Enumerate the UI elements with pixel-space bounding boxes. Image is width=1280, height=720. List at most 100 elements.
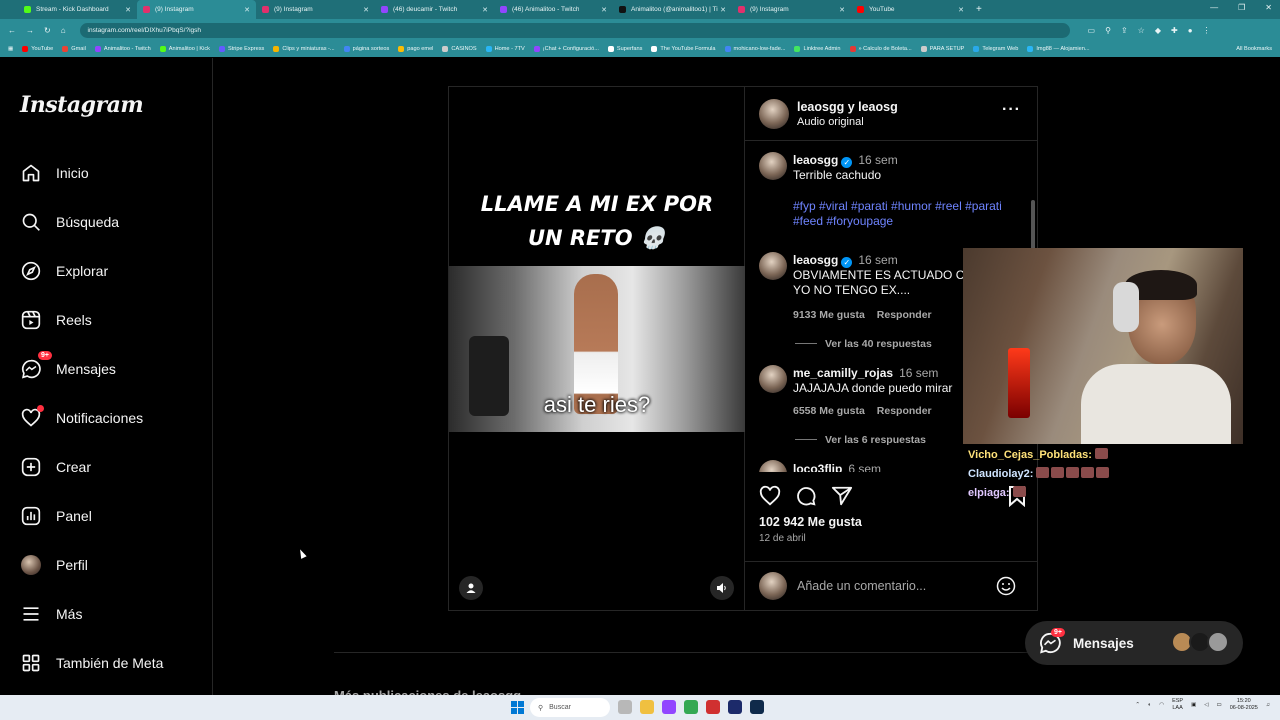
browser-tab[interactable]: (46) deucamir - Twitch ✕	[375, 0, 494, 19]
taskbar-search[interactable]: ⚲ Buscar	[530, 698, 610, 717]
kebab-menu-icon[interactable]: ⋮	[1203, 26, 1211, 35]
windows-start-icon[interactable]	[511, 701, 524, 714]
all-bookmarks-button[interactable]: All Bookmarks	[1236, 46, 1272, 52]
apps-grid-icon[interactable]: ▦	[8, 46, 13, 52]
new-tab-icon[interactable]: +	[976, 4, 982, 15]
sidebar-item-inicio[interactable]: Inicio	[20, 159, 89, 187]
sidebar-item-crear[interactable]: Crear	[20, 453, 91, 481]
browser-tab[interactable]: (9) Instagram ✕	[137, 0, 256, 19]
like-count[interactable]: 102 942 Me gusta	[759, 515, 862, 529]
reel-video[interactable]: LLAME A MI EX POR UN RETO 💀 asi te ries?	[449, 87, 745, 610]
network-icon[interactable]: ▣	[1191, 702, 1196, 709]
chrome-icon[interactable]	[684, 700, 698, 714]
bookmark-item[interactable]: Clips y miniaturas -...	[273, 46, 335, 52]
wifi-icon[interactable]: ◠	[1159, 702, 1164, 709]
bookmark-item[interactable]: mohicano-low-fade...	[724, 46, 785, 52]
close-tab-icon[interactable]: ✕	[958, 6, 964, 14]
messages-pill[interactable]: 9+ Mensajes	[1025, 621, 1243, 665]
star-icon[interactable]: ☆	[1138, 26, 1145, 35]
bookmark-item[interactable]: Linktree Admin	[794, 46, 841, 52]
tray-chevron-icon[interactable]: ⌃	[1135, 702, 1140, 709]
browser-tab[interactable]: (46) Animalitoo - Twitch ✕	[494, 0, 613, 19]
sidebar-item-tambien-de-meta[interactable]: También de Meta	[20, 649, 163, 677]
bookmark-item[interactable]: » Calculo de Boleta...	[849, 46, 912, 52]
cast-icon[interactable]: ▭	[1088, 26, 1096, 35]
battery-icon[interactable]: ▭	[1217, 702, 1222, 709]
close-tab-icon[interactable]: ✕	[482, 6, 488, 14]
bookmark-item[interactable]: Stripe Express	[218, 46, 264, 52]
bookmark-item[interactable]: pago emel	[398, 46, 433, 52]
profile-icon[interactable]: ●	[1188, 26, 1193, 35]
comment-user[interactable]: me_camilly_rojas	[793, 366, 893, 380]
add-comment-input[interactable]: Añade un comentario...	[797, 579, 926, 593]
browser-tab[interactable]: (9) Instagram ✕	[256, 0, 375, 19]
app-icon[interactable]	[706, 700, 720, 714]
reply-button[interactable]: Responder	[877, 309, 932, 321]
close-tab-icon[interactable]: ✕	[244, 6, 250, 14]
bookmark-item[interactable]: Animalitoo - Twitch	[94, 46, 151, 52]
maximize-icon[interactable]: ❐	[1238, 3, 1245, 12]
comment-user[interactable]: loco3flip	[793, 462, 842, 472]
close-tab-icon[interactable]: ✕	[839, 6, 845, 14]
bookmark-item[interactable]: Telegram Web	[973, 46, 1018, 52]
share-icon[interactable]: ⇪	[1121, 26, 1128, 35]
bookmark-item[interactable]: Gmail	[62, 46, 86, 52]
clock[interactable]: 15:20 06-08-2025	[1230, 698, 1258, 712]
browser-tab[interactable]: Animalitoo (@animalitoo1) | Ti ✕	[613, 0, 732, 19]
emoji-icon[interactable]	[996, 576, 1016, 596]
view-replies-button[interactable]: Ver las 40 respuestas	[795, 337, 973, 352]
share-send-icon[interactable]	[831, 485, 853, 507]
comment-user[interactable]: leaosgg	[793, 153, 838, 167]
close-tab-icon[interactable]: ✕	[363, 6, 369, 14]
url-field[interactable]: instagram.com/reel/DIXhu7iPbqS/?igsh	[79, 22, 1070, 38]
sidebar-item-mas[interactable]: Más	[20, 600, 82, 628]
bookmark-item[interactable]: página sorteos	[343, 46, 389, 52]
photoshop-icon[interactable]	[750, 700, 764, 714]
bookmark-item[interactable]: Animalitoo | Kick	[159, 46, 210, 52]
app-icon[interactable]	[662, 700, 676, 714]
bookmark-item[interactable]: CASINOS	[442, 46, 477, 52]
back-icon[interactable]: ←	[8, 26, 16, 35]
comment-bubble-icon[interactable]	[795, 485, 817, 507]
volume-icon[interactable]: ◁	[1204, 702, 1208, 709]
minimize-icon[interactable]: —	[1210, 3, 1218, 12]
notification-bell-icon[interactable]: ♫	[1266, 702, 1270, 709]
sidebar-item-panel[interactable]: Panel	[20, 502, 92, 530]
sidebar-item-mensajes[interactable]: 9+ Mensajes	[20, 351, 116, 383]
close-tab-icon[interactable]: ✕	[720, 6, 726, 14]
bookmark-item[interactable]: PARA SETUP	[920, 46, 964, 52]
comment-avatar[interactable]	[759, 460, 787, 472]
bookmark-item[interactable]: ¡Chat + Configuració...	[533, 46, 599, 52]
bookmark-item[interactable]: The YouTube Formula	[651, 46, 716, 52]
close-tab-icon[interactable]: ✕	[601, 6, 607, 14]
forward-icon[interactable]: →	[26, 26, 34, 35]
premiere-icon[interactable]	[728, 700, 742, 714]
extension-icon[interactable]: ◆	[1155, 26, 1161, 35]
reply-button[interactable]: Responder	[877, 405, 932, 417]
post-authors[interactable]: leaosgg y leaosg	[797, 100, 898, 114]
browser-tab[interactable]: (9) Instagram ✕	[732, 0, 851, 19]
instagram-logo[interactable]: Instagram	[20, 92, 144, 118]
volume-icon[interactable]	[710, 576, 734, 600]
zoom-icon[interactable]: ⚲	[1105, 26, 1111, 35]
author-avatar[interactable]	[759, 99, 789, 129]
audio-label[interactable]: Audio original	[797, 116, 864, 128]
file-explorer-icon[interactable]	[640, 700, 654, 714]
close-window-icon[interactable]: ✕	[1265, 3, 1272, 12]
widgets-icon[interactable]	[618, 700, 632, 714]
sidebar-item-notificaciones[interactable]: Notificaciones	[20, 404, 143, 432]
comment-user[interactable]: leaosgg	[793, 253, 838, 267]
sidebar-item-reels[interactable]: Reels	[20, 306, 92, 334]
sidebar-item-explorar[interactable]: Explorar	[20, 257, 108, 285]
bookmark-item[interactable]: YouTube	[22, 46, 53, 52]
close-tab-icon[interactable]: ✕	[125, 6, 131, 14]
sidebar-item-busqueda[interactable]: Búsqueda	[20, 208, 119, 236]
home-icon[interactable]: ⌂	[61, 26, 66, 35]
more-options-icon[interactable]: ···	[1002, 101, 1021, 119]
like-heart-icon[interactable]	[759, 485, 781, 507]
browser-tab[interactable]: Stream - Kick Dashboard ✕	[18, 0, 137, 19]
bookmark-item[interactable]: Home - 7TV	[485, 46, 525, 52]
browser-tab[interactable]: YouTube ✕	[851, 0, 970, 19]
bookmark-item[interactable]: Superfans	[607, 46, 642, 52]
tagged-user-icon[interactable]	[459, 576, 483, 600]
